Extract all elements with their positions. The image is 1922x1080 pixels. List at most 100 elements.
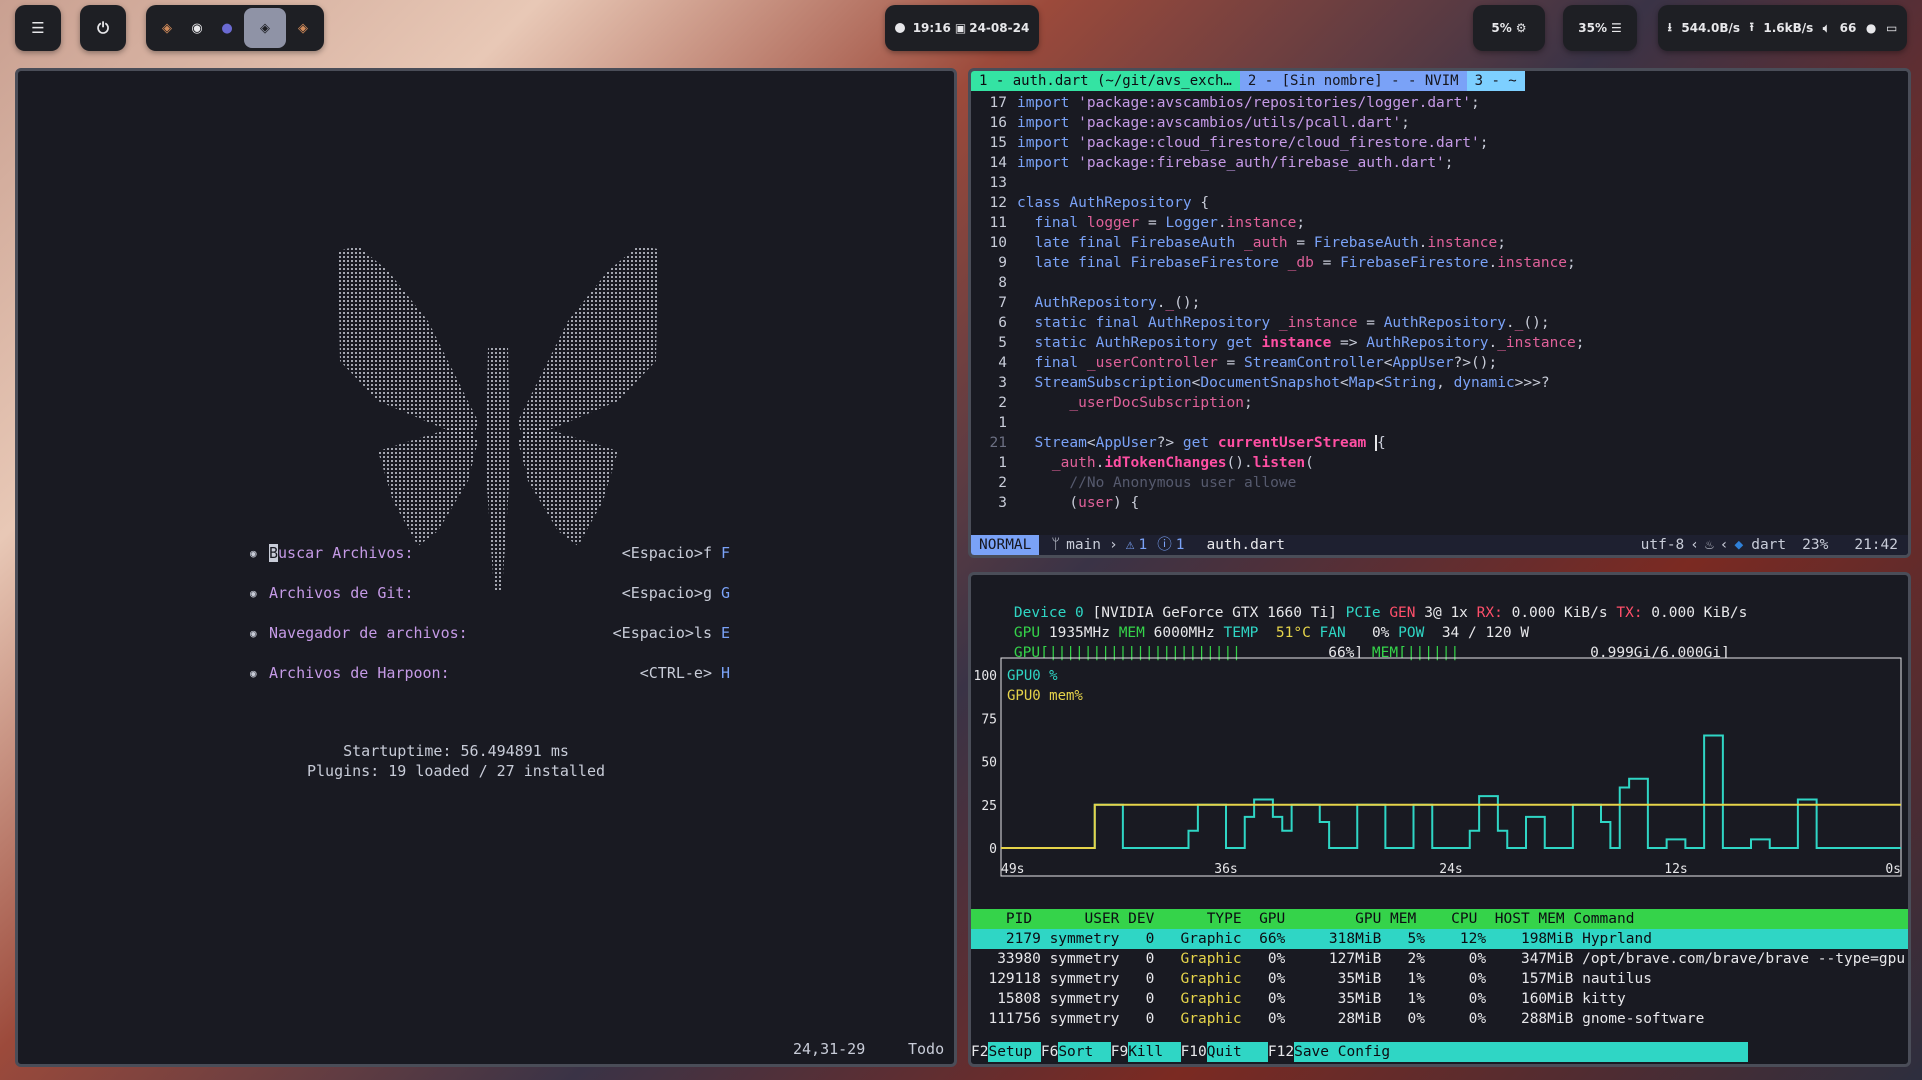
clock-icon [894, 23, 905, 33]
file-search-icon: ◉ [250, 547, 257, 560]
menu-hotkey: G [720, 584, 730, 602]
code-line: 6 static final AuthRepository _instance … [998, 315, 1550, 331]
cursor-location: 21:42 [1854, 537, 1898, 553]
code-line: 7 AuthRepository._(); [998, 295, 1201, 311]
plugins-count: Plugins: 19 loaded / 27 installed [306, 762, 605, 780]
menu-navegador-de-archivos[interactable]: ◉ Navegador de archivos: <Espacio>ls E [250, 624, 730, 646]
fkey-f10[interactable]: F10 [1181, 1044, 1207, 1060]
power-button[interactable]: ⏻ [80, 5, 126, 51]
tab-home[interactable]: 3 - ~ [1466, 71, 1525, 91]
workspace-3-icon[interactable]: ● [214, 15, 240, 41]
tab-auth-dart[interactable]: 1 - auth.dart (~/git/avs_exch… [971, 71, 1240, 91]
tab-sin-nombre[interactable]: 2 - [Sin nombre] - - NVIM [1239, 71, 1467, 91]
calendar-icon: ▣ [954, 21, 967, 35]
memory-module[interactable]: 35% ☰ [1563, 5, 1637, 51]
net-down: 544.0B/s [1681, 21, 1740, 35]
warning-count: 1 [1138, 537, 1148, 553]
menu-label: Buscar Archivos: [269, 544, 414, 562]
scroll-indicator: Todo [908, 1040, 945, 1058]
legend-mem: GPU0 mem% [1007, 688, 1083, 704]
device-info: Device 0 [NVIDIA GeForce GTX 1660 Ti] PC… [1013, 605, 1748, 621]
code-line: 8 [998, 275, 1007, 291]
process-row[interactable]: 2179 symmetry 0 Graphic 66% 318MiB 5% 12… [971, 929, 1908, 949]
y-tick-label: 50 [981, 756, 997, 771]
nvtop-pane[interactable]: Device 0 [NVIDIA GeForce GTX 1660 Ti] PC… [968, 572, 1911, 1067]
process-row[interactable]: 33980 symmetry 0 Graphic 0% 127MiB 2% 0%… [971, 949, 1908, 969]
fkey-label[interactable]: Setup [988, 1042, 1041, 1062]
workspace-5-icon[interactable]: ◈ [290, 15, 316, 41]
cursor-position: 24,31-29 [793, 1040, 866, 1058]
net-up: 1.6kB/s [1763, 21, 1814, 35]
function-key-bar: F2Setup F6Sort F9Kill F10Quit F12Save Co… [971, 1042, 1908, 1062]
lsp-icon: ♨ [1705, 537, 1714, 553]
menu-archivos-de-harpoon[interactable]: ◉ Archivos de Harpoon: <CTRL-e> H [250, 664, 730, 686]
gpu-usage-chart: GPU0 % GPU0 mem% 100 75 50 25 0 49s 36s 24s 12s… [974, 657, 1902, 877]
process-table-header[interactable]: PID USER DEV TYPE GPU GPU MEM CPU HOST M… [971, 909, 1908, 929]
code-line: 3 (user) { [998, 495, 1140, 511]
menu-buscar-archivos[interactable]: ◉ Buscar Archivos: <Espacio>f F [250, 544, 730, 566]
clock[interactable]: 19:16 ▣ 24-08-24 [885, 5, 1039, 51]
menu-hotkey: F [720, 544, 730, 562]
chevron-right-icon: › [1109, 537, 1118, 553]
warning-icon: ⚠ [1125, 537, 1135, 553]
dart-icon: ◆ [1734, 537, 1744, 553]
chevron-left-icon: ‹ [1690, 537, 1700, 553]
legend-gpu: GPU0 % [1007, 668, 1058, 684]
menu-label: Archivos de Harpoon: [269, 664, 450, 682]
file-encoding: utf-8 [1640, 537, 1685, 553]
cpu-module[interactable]: 5% ⚙ [1473, 5, 1545, 51]
volume-icon: 🔈︎ [1822, 20, 1831, 35]
workspace-4-icon[interactable]: ◈ [244, 8, 286, 48]
fkey-label[interactable]: Sort [1058, 1042, 1111, 1062]
x-tick-label: 12s [1664, 862, 1687, 877]
memory-icon: ☰ [1610, 21, 1622, 35]
process-row[interactable]: 15808 symmetry 0 Graphic 0% 35MiB 1% 0% … [971, 989, 1908, 1009]
code-line: 2 _userDocSubscription; [998, 395, 1253, 411]
fkey-f9[interactable]: F9 [1111, 1044, 1128, 1060]
menu-keys: <Espacio>ls [612, 624, 712, 642]
clock-time: 19:16 [912, 21, 951, 35]
workspaces: ◈ ◉ ● ◈ ◈ [146, 5, 324, 51]
process-row[interactable]: 129118 symmetry 0 Graphic 0% 35MiB 1% 0%… [971, 969, 1908, 989]
network-volume-module[interactable]: ⭳ 544.0B/s ⭱ 1.6kB/s 🔈︎ 66 ● ▭ [1658, 5, 1907, 51]
folder-icon: ◉ [250, 627, 257, 640]
y-tick-label: 75 [981, 712, 997, 727]
menu-label: Archivos de Git: [269, 584, 414, 602]
code-line: 3 StreamSubscription<DocumentSnapshot<Ma… [998, 375, 1550, 391]
process-row[interactable]: 111756 symmetry 0 Graphic 0% 28MiB 0% 0%… [971, 1009, 1908, 1029]
menu-label: Navegador de archivos: [269, 624, 468, 642]
menu-hotkey: H [720, 664, 730, 682]
fkey-label[interactable]: Quit [1206, 1042, 1268, 1062]
workspace-1-icon[interactable]: ◈ [154, 15, 180, 41]
code-line: 1 _auth.idTokenChanges().listen( [998, 455, 1314, 471]
cpu-label: 5% [1491, 21, 1512, 35]
fkey-label[interactable]: Save Config [1294, 1042, 1749, 1062]
gpu-mem-series [1001, 803, 1901, 849]
status-filename: auth.dart [1206, 537, 1286, 553]
menu-button[interactable]: ☰ [15, 5, 61, 51]
mode-indicator: NORMAL [971, 535, 1040, 555]
y-tick-label: 0 [989, 842, 997, 857]
dashboard-pane[interactable]: ◉ Buscar Archivos: <Espacio>f F ◉ Archiv… [15, 68, 957, 1067]
butterfly-logo [338, 246, 658, 591]
tabline: 1 - auth.dart (~/git/avs_exch… 2 - [Sin … [971, 71, 1908, 91]
clock-date: 24-08-24 [969, 21, 1030, 35]
workspace-2-icon[interactable]: ◉ [184, 15, 210, 41]
cpu-icon: ⚙ [1515, 21, 1527, 35]
fkey-f2[interactable]: F2 [971, 1044, 988, 1060]
menu-label-text: uscar Archivos: [278, 544, 414, 562]
battery-icon: ▭ [1885, 21, 1898, 35]
fkey-f6[interactable]: F6 [1041, 1044, 1058, 1060]
editor-pane[interactable]: 1 - auth.dart (~/git/avs_exch… 2 - [Sin … [968, 68, 1911, 558]
info-count: 1 [1175, 537, 1185, 553]
y-tick-label: 25 [981, 799, 997, 814]
fkey-f12[interactable]: F12 [1268, 1044, 1294, 1060]
menu-archivos-de-git[interactable]: ◉ Archivos de Git: <Espacio>g G [250, 584, 730, 606]
microphone-icon: ● [1865, 21, 1877, 35]
menu-keys: <Espacio>g [621, 584, 712, 602]
fkey-label[interactable]: Kill [1128, 1042, 1181, 1062]
y-tick-label: 100 [974, 669, 997, 684]
code-area[interactable]: 17 import 'package:avscambios/repositorie… [971, 93, 1908, 513]
volume-value: 66 [1839, 21, 1857, 35]
startup-time: Startuptime: 56.494891 ms [343, 742, 569, 760]
